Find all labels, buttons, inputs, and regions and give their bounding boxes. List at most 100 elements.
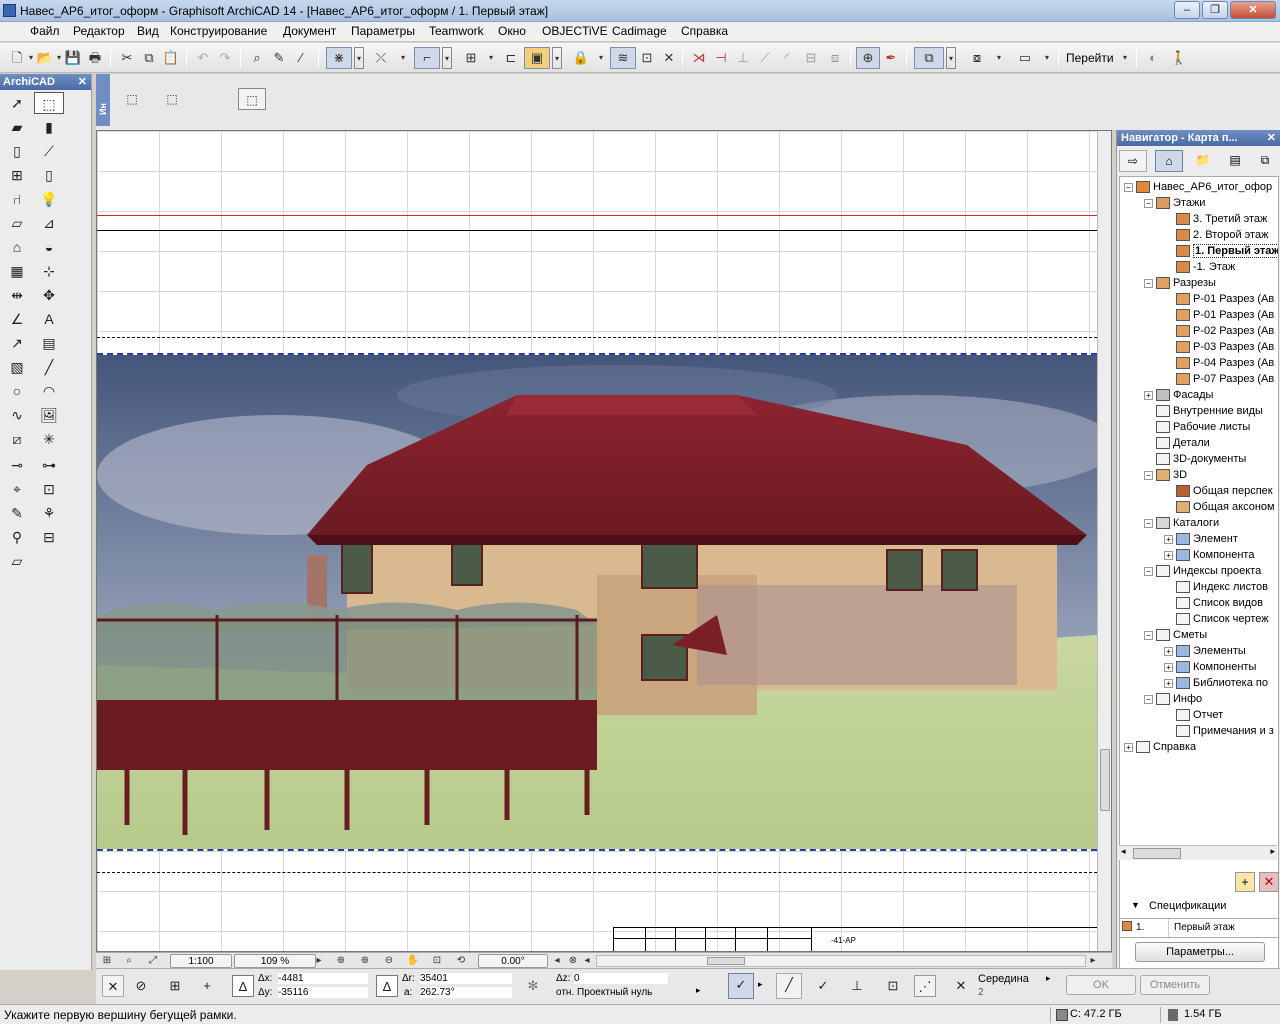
special-snap-icon[interactable]: ✓	[812, 975, 834, 997]
restore-button[interactable]: ❐	[1202, 1, 1228, 19]
angle-value[interactable]: 262.73°	[420, 987, 512, 998]
expand-toggle-icon[interactable]: +	[1164, 678, 1173, 688]
floor-plan-view-icon[interactable]: ⧉	[914, 47, 944, 69]
expand-toggle-icon[interactable]: −	[1144, 470, 1153, 480]
save-icon[interactable]: 💾	[62, 47, 84, 69]
intersect-icon[interactable]: ⟋	[754, 47, 776, 69]
tree-item[interactable]: + Фасады	[1144, 387, 1213, 403]
tree-item[interactable]: + Элементы	[1164, 643, 1246, 659]
tree-item[interactable]: + Компонента	[1164, 547, 1254, 563]
close-button[interactable]: ✕	[1230, 1, 1276, 19]
menu-design[interactable]: Конструирование	[170, 24, 267, 38]
camera-tool-icon[interactable]: ⌖	[6, 478, 28, 500]
tree-item[interactable]: − Разрезы	[1144, 275, 1216, 291]
selection-rectangle-icon[interactable]: ⬚	[118, 88, 146, 110]
cut-icon[interactable]: ✂	[116, 47, 138, 69]
worksheet-tool-icon[interactable]: ✎	[6, 502, 28, 524]
menu-file[interactable]: Файл	[30, 24, 60, 38]
interior-tool-icon[interactable]: ⊡	[38, 478, 60, 500]
column-tool-icon[interactable]: ▮	[38, 116, 60, 138]
trace-settings-icon[interactable]: ⊡	[636, 47, 658, 69]
tree-item[interactable]: + Справка	[1124, 739, 1196, 755]
navigator-publisher-tab[interactable]: ⧉	[1251, 150, 1279, 172]
tree-item[interactable]: 1. Первый этаж	[1176, 243, 1278, 259]
menu-edit[interactable]: Редактор	[73, 24, 125, 38]
selection-rotated-icon[interactable]: ⬚	[158, 88, 186, 110]
minimize-button[interactable]: –	[1174, 1, 1200, 19]
measure-icon[interactable]: ⊘	[130, 975, 152, 997]
explode-icon[interactable]: ⊟	[800, 47, 822, 69]
groups-dropdown-icon[interactable]: ▾	[442, 47, 452, 69]
snap-guides-icon[interactable]: ✓	[728, 973, 754, 999]
magic-wand-icon[interactable]: ⊕	[856, 47, 880, 69]
collapse-triangle-icon[interactable]: ▼	[1131, 900, 1140, 910]
lock-icon[interactable]: 🔒	[570, 47, 592, 69]
expand-toggle-icon[interactable]: −	[1144, 630, 1153, 640]
tree-item[interactable]: Индекс листов	[1176, 579, 1268, 595]
dr-value[interactable]: 35401	[420, 973, 512, 984]
tree-item[interactable]: Р-04 Разрез (Ав	[1176, 355, 1274, 371]
scroll-right-icon[interactable]: ▸	[1270, 846, 1275, 857]
tree-item[interactable]: Детали	[1156, 435, 1210, 451]
scroll-left-icon[interactable]: ◂	[1121, 846, 1126, 857]
navigator-layout-book-tab[interactable]: ▤	[1221, 150, 1249, 172]
tree-item[interactable]: 2. Второй этаж	[1176, 227, 1268, 243]
trace-reference-icon[interactable]: ≋	[610, 47, 636, 69]
print-icon[interactable]: 🖶	[84, 47, 106, 69]
fill-tool-icon[interactable]: ▤	[38, 332, 60, 354]
scroll-left-icon[interactable]: ◂	[580, 954, 594, 968]
expand-toggle-icon[interactable]: −	[1124, 182, 1133, 192]
resize-icon[interactable]: ⧈	[824, 47, 846, 69]
expand-toggle-icon[interactable]: −	[1144, 566, 1153, 576]
magnet-snap-icon[interactable]: ⋰	[914, 975, 936, 997]
expand-toggle-icon[interactable]: +	[1144, 390, 1153, 400]
box-snap-icon[interactable]: ⊡	[882, 975, 904, 997]
expand-toggle-icon[interactable]: −	[1144, 198, 1153, 208]
reference-level[interactable]: отн. Проектный нуль	[556, 987, 652, 998]
tree-item[interactable]: Общая аксоном	[1176, 499, 1275, 515]
dz-value[interactable]: 0	[574, 973, 668, 984]
rendered-image[interactable]	[97, 353, 1097, 851]
paste-icon[interactable]: 📋	[160, 47, 182, 69]
zoom-view-icon[interactable]: ⌕	[122, 954, 136, 968]
tree-item[interactable]: + Элемент	[1164, 531, 1238, 547]
arc-tool-icon[interactable]: ◠	[38, 380, 60, 402]
close-coordinates-icon[interactable]: ✕	[102, 975, 124, 997]
navigator-project-map-tab[interactable]: ⌂	[1155, 150, 1183, 172]
expand-toggle-icon[interactable]: +	[1164, 646, 1173, 656]
menu-help[interactable]: Справка	[681, 24, 728, 38]
hotspot-tool-icon[interactable]: ✳	[38, 428, 60, 450]
expand-toggle-icon[interactable]: +	[1164, 550, 1173, 560]
expand-toggle-icon[interactable]: −	[1144, 278, 1153, 288]
dimension-tool-icon[interactable]: ⇹	[6, 284, 28, 306]
tree-item[interactable]: Р-01 Разрез (Ав	[1176, 291, 1274, 307]
reference-dropdown-icon[interactable]: ▸	[696, 985, 701, 996]
tree-item[interactable]: − Навес_АР6_итог_офор	[1124, 179, 1272, 195]
arrow-tool-icon[interactable]: ➚	[6, 92, 28, 114]
dy-value[interactable]: -35116	[278, 987, 368, 998]
guide-lines-icon[interactable]: ⤫	[370, 47, 392, 69]
tree-item[interactable]: − Каталоги	[1144, 515, 1219, 531]
scroll-right-icon[interactable]: ▸	[1086, 954, 1100, 968]
menu-document[interactable]: Документ	[283, 24, 336, 38]
trace-close-icon[interactable]: ✕	[658, 47, 680, 69]
tree-item[interactable]: − Сметы	[1144, 627, 1207, 643]
tree-item[interactable]: Отчет	[1176, 707, 1223, 723]
roof-tool-icon[interactable]: ⌂	[6, 236, 28, 258]
navigator-view-map-tab[interactable]: 📁	[1189, 150, 1217, 172]
orientation-icon[interactable]: ⊗	[566, 954, 580, 968]
tree-horizontal-scrollbar[interactable]: ◂ ▸	[1119, 845, 1277, 860]
change-tool-icon[interactable]: ⊟	[38, 526, 60, 548]
tree-item[interactable]: Список чертеж	[1176, 611, 1269, 627]
tree-item[interactable]: Примечания и з	[1176, 723, 1274, 739]
figure-tool-icon[interactable]: 🖼	[38, 404, 60, 426]
find-select-icon[interactable]: ⌕	[246, 47, 268, 69]
tree-item[interactable]: Список видов	[1176, 595, 1263, 611]
zoom-out-icon[interactable]: ⊖	[382, 954, 396, 968]
new-folder-icon[interactable]: +	[1235, 872, 1255, 892]
angle-dimension-tool-icon[interactable]: ∠	[6, 308, 28, 330]
menu-cadimage[interactable]: Cadimage	[612, 24, 667, 38]
walk-icon[interactable]: 🚶	[1168, 47, 1190, 69]
3d-view-icon[interactable]: ⧇	[964, 47, 990, 69]
expand-toggle-icon[interactable]: −	[1144, 694, 1153, 704]
